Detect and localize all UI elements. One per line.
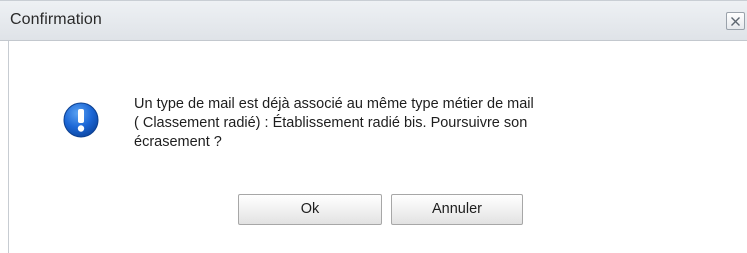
exclamation-info-icon <box>63 102 99 138</box>
close-button[interactable] <box>726 12 745 30</box>
message-line: ( Classement radié) : Établissement radi… <box>134 115 528 131</box>
ok-button[interactable]: Ok <box>238 194 382 225</box>
dialog-titlebar[interactable]: Confirmation <box>0 0 747 41</box>
dialog-left-border <box>8 41 9 253</box>
close-icon <box>731 17 740 26</box>
cancel-button[interactable]: Annuler <box>391 194 523 225</box>
message-line: Un type de mail est déjà associé au même… <box>134 96 534 112</box>
dialog-message: Un type de mail est déjà associé au même… <box>134 95 694 152</box>
message-line: écrasement ? <box>134 134 222 150</box>
dialog-title: Confirmation <box>10 11 102 28</box>
confirmation-dialog: Confirmation Un type de mail est déjà as… <box>0 0 747 253</box>
